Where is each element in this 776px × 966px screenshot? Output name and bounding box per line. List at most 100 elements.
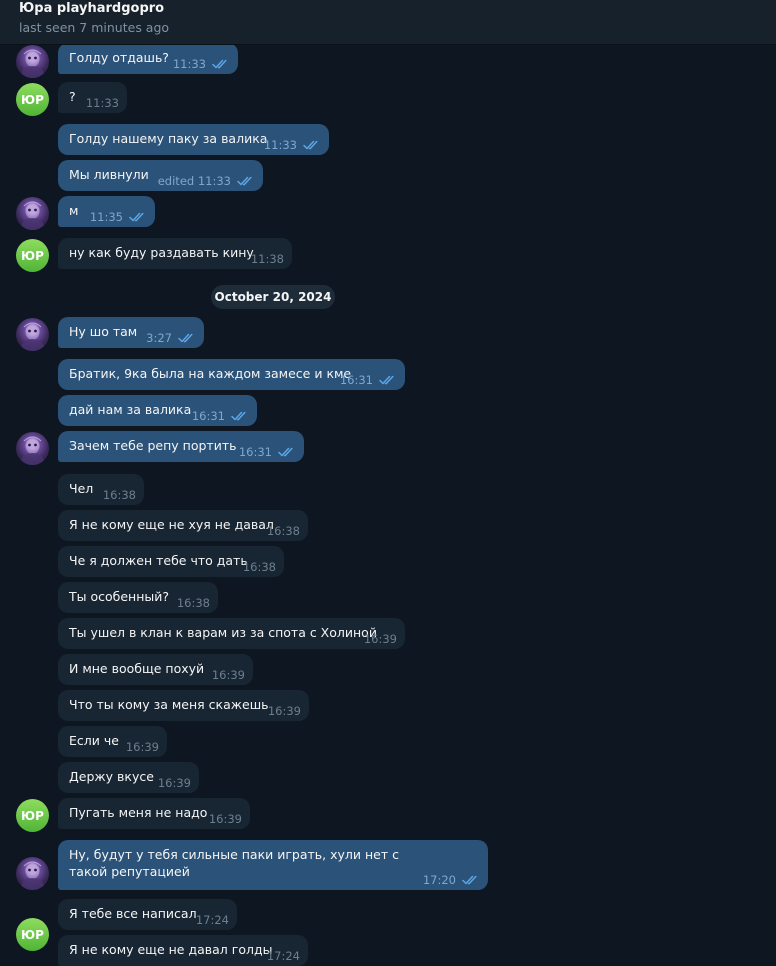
- outgoing-message[interactable]: Мы ливнули edited 11:33: [58, 160, 263, 191]
- message-meta: 17:20: [423, 873, 480, 887]
- chat-title[interactable]: Юра playhardgopro: [19, 1, 164, 16]
- incoming-message[interactable]: ну как буду раздавать кину 11:38: [58, 238, 292, 269]
- message-time: 3:27: [146, 331, 172, 345]
- incoming-message[interactable]: И мне вообще похуй 16:39: [58, 654, 253, 685]
- message-meta: 16:38: [267, 524, 300, 538]
- message-time: 11:33: [85, 96, 119, 110]
- message-time: 16:39: [157, 776, 191, 790]
- outgoing-message[interactable]: Ну, будут у тебя сильные паки играть, ху…: [58, 840, 488, 890]
- incoming-message[interactable]: Пугать меня не надо 16:39: [58, 798, 250, 829]
- last-seen-status: last seen 7 minutes ago: [19, 20, 170, 35]
- message-text: Ну, будут у тебя сильные паки играть, ху…: [69, 847, 399, 879]
- message-meta: 11:33: [173, 57, 230, 71]
- message-text: Зачем тебе репу портить: [69, 438, 237, 453]
- incoming-message[interactable]: Чел 16:38: [58, 474, 144, 505]
- read-ticks-icon: [178, 333, 193, 343]
- outgoing-message[interactable]: м 11:35: [58, 196, 155, 227]
- incoming-message[interactable]: Если че 16:39: [58, 726, 167, 757]
- message-meta: 16:39: [126, 740, 159, 754]
- message-meta: 16:39: [212, 668, 245, 682]
- message-text: Ты особенный?: [69, 589, 170, 604]
- incoming-message[interactable]: Че я должен тебе что дать 16:38: [58, 546, 284, 577]
- message-text: Что ты кому за меня скажешь: [69, 697, 269, 712]
- message-text: Че я должен тебе что дать: [69, 553, 248, 568]
- message-time: 16:38: [266, 524, 300, 538]
- message-meta: 16:31: [239, 445, 296, 459]
- message-text: ну как буду раздавать кину: [69, 245, 254, 260]
- message-meta: 16:39: [268, 704, 301, 718]
- message-time: 16:31: [191, 409, 225, 423]
- message-meta: 16:31: [340, 373, 397, 387]
- message-time: 16:38: [102, 488, 136, 502]
- avatar-artwork-icon: [21, 436, 44, 465]
- message-time: 16:39: [211, 668, 245, 682]
- incoming-message[interactable]: Держу вкусе 16:39: [58, 762, 199, 793]
- message-meta: 16:38: [177, 596, 210, 610]
- message-meta: 11:33: [86, 96, 119, 110]
- message-text: Братик, 9ка была на каждом замесе и кме: [69, 366, 352, 381]
- read-ticks-icon: [212, 59, 227, 69]
- message-meta: 16:31: [192, 409, 249, 423]
- incoming-message[interactable]: Ты особенный? 16:38: [58, 582, 218, 613]
- message-time: 16:31: [339, 373, 373, 387]
- message-list[interactable]: Голду отдашь? 11:33 ? 11:33 ЮР Голду нашему п…: [0, 45, 776, 966]
- message-text: Ты ушел в клан к варам из за спота с Хол…: [69, 625, 377, 640]
- message-text: Я тебе все написал: [69, 906, 197, 921]
- message-meta: 16:39: [158, 776, 191, 790]
- contact-avatar[interactable]: [16, 432, 49, 465]
- contact-avatar-initials[interactable]: ЮР: [16, 918, 49, 951]
- message-meta: 16:38: [243, 560, 276, 574]
- message-time: 16:39: [363, 632, 397, 646]
- message-meta: 11:38: [251, 252, 284, 266]
- message-text: Голду нашему паку за валика: [69, 131, 268, 146]
- contact-avatar[interactable]: [16, 197, 49, 230]
- incoming-message[interactable]: Я тебе все написал 17:24: [58, 899, 237, 930]
- message-time: 11:33: [263, 138, 297, 152]
- message-time: 17:24: [266, 949, 300, 963]
- avatar-artwork-icon: [21, 201, 44, 230]
- incoming-message[interactable]: Что ты кому за меня скажешь 16:39: [58, 690, 309, 721]
- contact-avatar[interactable]: [16, 318, 49, 351]
- message-meta: 11:33: [264, 138, 321, 152]
- read-ticks-icon: [278, 447, 293, 457]
- read-ticks-icon: [379, 375, 394, 385]
- message-time: 16:38: [242, 560, 276, 574]
- incoming-message[interactable]: Я не кому еще не хуя не давал 16:38: [58, 510, 308, 541]
- avatar-artwork-icon: [21, 49, 44, 78]
- message-text: м: [69, 203, 79, 218]
- outgoing-message[interactable]: Голду нашему паку за валика 11:33: [58, 124, 329, 155]
- incoming-message[interactable]: ? 11:33: [58, 82, 127, 113]
- read-ticks-icon: [237, 176, 252, 186]
- incoming-message[interactable]: Ты ушел в клан к варам из за спота с Хол…: [58, 618, 405, 649]
- outgoing-message[interactable]: Братик, 9ка была на каждом замесе и кме 1…: [58, 359, 405, 390]
- message-text: Мы ливнули: [69, 167, 149, 182]
- contact-avatar-initials[interactable]: ЮР: [16, 799, 49, 832]
- contact-avatar-initials[interactable]: ЮР: [16, 239, 49, 272]
- message-meta: 11:35: [90, 210, 147, 224]
- message-meta: 16:39: [364, 632, 397, 646]
- outgoing-message[interactable]: Голду отдашь? 11:33: [58, 45, 238, 74]
- message-meta: 16:39: [209, 812, 242, 826]
- outgoing-message[interactable]: дай нам за валика 16:31: [58, 395, 257, 426]
- message-text: дай нам за валика: [69, 402, 192, 417]
- contact-avatar[interactable]: [16, 857, 49, 890]
- message-time: 16:38: [176, 596, 210, 610]
- read-ticks-icon: [462, 875, 477, 885]
- message-text: Пугать меня не надо: [69, 805, 208, 820]
- chat-header[interactable]: Юра playhardgopro last seen 7 minutes ag…: [0, 0, 776, 45]
- message-meta: 16:38: [103, 488, 136, 502]
- message-time: 16:31: [238, 445, 272, 459]
- read-ticks-icon: [303, 140, 318, 150]
- contact-avatar-initials[interactable]: ЮР: [16, 83, 49, 116]
- message-text: Я не кому еще не хуя не давал: [69, 517, 274, 532]
- outgoing-message[interactable]: Зачем тебе репу портить 16:31: [58, 431, 304, 462]
- message-meta: edited 11:33: [158, 174, 255, 188]
- contact-avatar[interactable]: [16, 45, 49, 78]
- avatar-artwork-icon: [21, 861, 44, 890]
- message-time: 17:20: [422, 873, 456, 887]
- message-text: Ну шо там: [69, 324, 138, 339]
- outgoing-message[interactable]: Ну шо там 3:27: [58, 317, 204, 348]
- incoming-message[interactable]: Я не кому еще не давал голды 17:24: [58, 935, 308, 966]
- message-text: И мне вообще похуй: [69, 661, 205, 676]
- message-time: edited 11:33: [157, 174, 231, 188]
